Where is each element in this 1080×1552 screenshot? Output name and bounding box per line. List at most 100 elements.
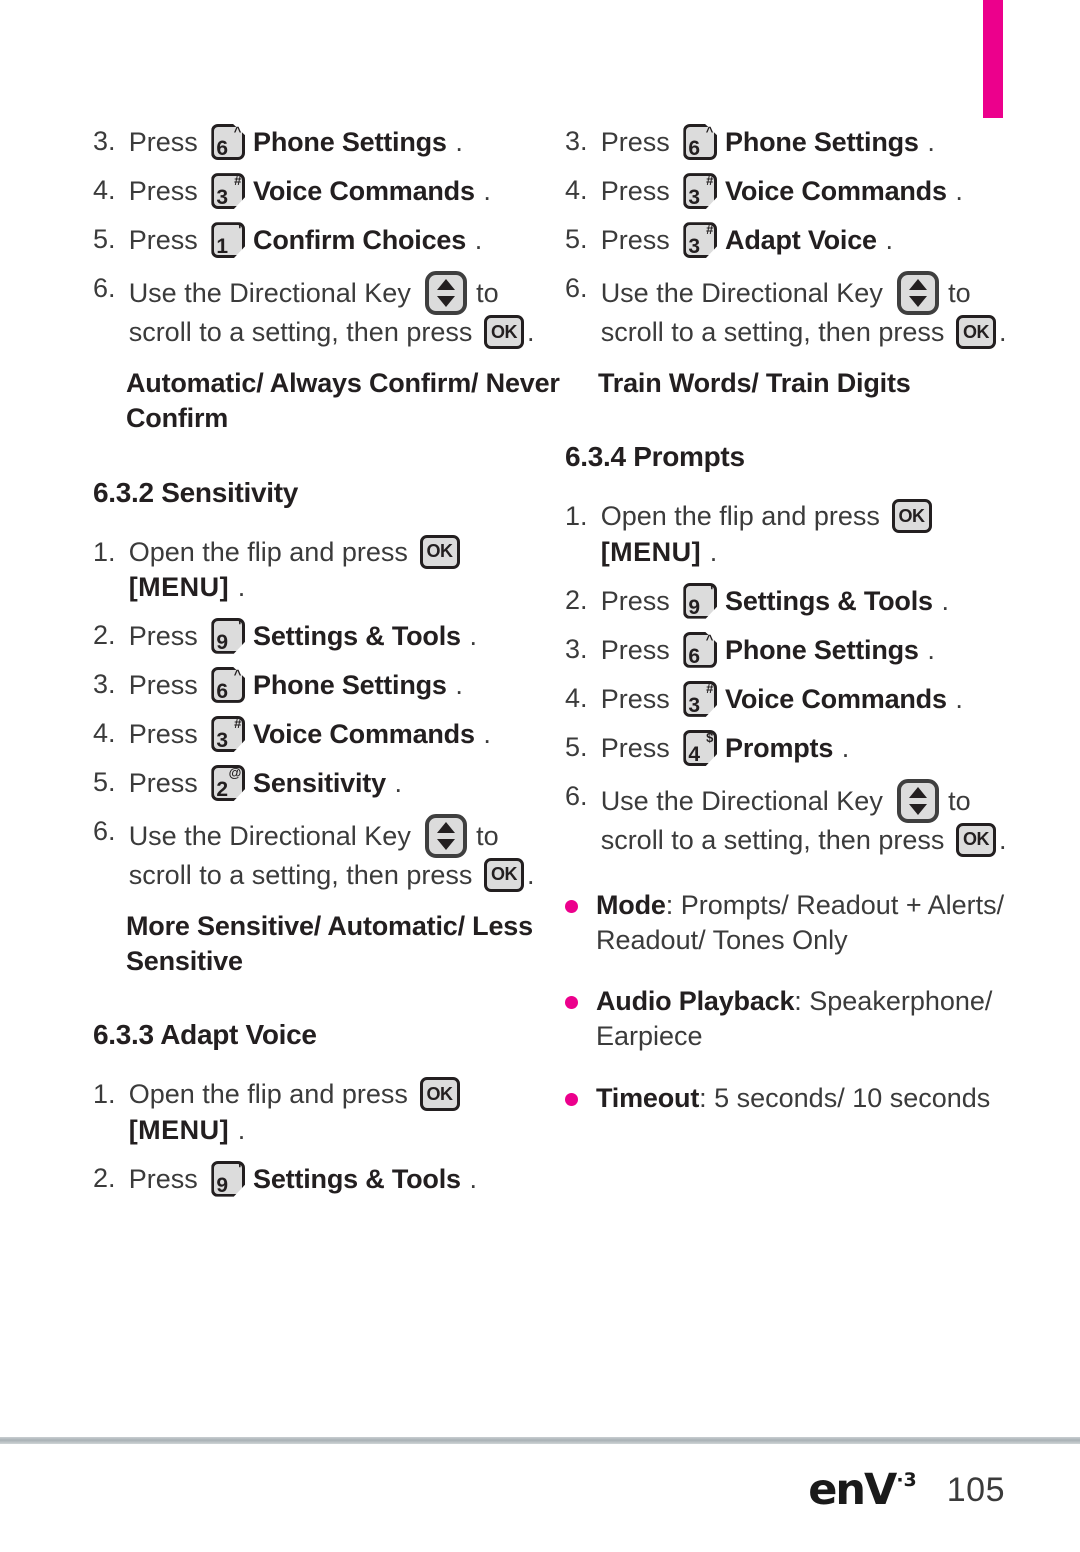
step-period: . (941, 585, 949, 616)
step-row: 4. Press 3 # Voice Commands. (565, 173, 1035, 210)
step-number: 2. (93, 619, 116, 650)
list-item-label: Audio Playback (596, 986, 795, 1017)
heading-prompts: 6.3.4 Prompts (565, 441, 745, 473)
step-period: . (237, 1114, 246, 1145)
keypad-key-9-icon[interactable]: 9 ' (211, 617, 246, 654)
step-text: Use the Directional Key to scroll to a set… (126, 271, 563, 350)
step-number: 4. (565, 682, 588, 713)
step-destination: Settings & Tools (725, 585, 933, 616)
step-number: 5. (565, 731, 588, 762)
list-item-label: Timeout (596, 1082, 700, 1113)
step-verb: Press (128, 669, 198, 700)
keypad-key-9-icon[interactable]: 9 ' (211, 1160, 246, 1197)
keypad-key-3-icon[interactable]: 3 # (211, 715, 246, 752)
step-period: . (709, 536, 718, 567)
keypad-key-6-icon[interactable]: 6 ^ (683, 631, 718, 668)
keypad-key-6-icon[interactable]: 6 ^ (211, 124, 246, 160)
scroll-text-before: Use the Directional Key (600, 278, 883, 309)
key-digit: 9 (216, 1173, 229, 1197)
step-period: . (483, 176, 491, 207)
step-row-scroll: 6. Use the Directional Key to scroll to a … (93, 814, 563, 893)
key-digit: 3 (688, 186, 701, 210)
key-superscript: ' (710, 582, 714, 598)
step-destination: Confirm Choices (253, 225, 467, 256)
menu-label: [MENU] (128, 1114, 230, 1145)
step-destination: Phone Settings (725, 127, 919, 157)
step-period: . (455, 669, 463, 700)
step-text: Use the Directional Key to scroll to a set… (126, 814, 563, 893)
step-period: . (927, 127, 935, 157)
step-number: 5. (93, 224, 116, 255)
options-sensitivity: More Sensitive/ Automatic/ Less Sensitiv… (126, 911, 533, 977)
step-row-scroll: 6. Use the Directional Key to scroll to a … (565, 271, 1035, 350)
step-destination: Prompts (725, 732, 834, 763)
ok-key-icon[interactable]: OK (483, 858, 524, 893)
step-row-open-flip: 1. Open the flip and press OK [MENU]. (565, 499, 1035, 569)
ok-key-icon[interactable]: OK (419, 534, 460, 569)
step-verb: Press (600, 176, 670, 207)
keypad-key-3-icon[interactable]: 3 # (211, 173, 246, 210)
menu-label: [MENU] (128, 571, 230, 602)
brand-name: enV (808, 1465, 897, 1515)
keypad-key-9-icon[interactable]: 9 ' (683, 582, 718, 619)
step-period: . (885, 225, 893, 256)
step-text: Open the flip and press OK [MENU]. (126, 534, 563, 605)
key-digit: 6 (216, 679, 229, 703)
ok-key-icon[interactable]: OK (955, 823, 996, 858)
directional-key-icon[interactable] (425, 814, 468, 859)
options-confirm-choices: Automatic/ Always Confirm/ Never Confirm (126, 368, 560, 434)
step-number: 5. (565, 224, 588, 255)
bullet-dot-icon (565, 900, 578, 914)
step-row: 2. Press 9 ' Settings & Tools. (93, 617, 563, 654)
key-digit: 6 (688, 644, 701, 668)
ok-key-icon[interactable]: OK (955, 315, 996, 350)
key-digit: 9 (688, 595, 701, 619)
step-text: Press 6 ^ Phone Settings. (126, 124, 563, 160)
keypad-key-6-icon[interactable]: 6 ^ (211, 666, 246, 703)
directional-key-icon[interactable] (897, 271, 940, 316)
open-flip-text: Open the flip and press (128, 1079, 408, 1110)
step-text: Press 3 # Adapt Voice. (598, 222, 1035, 259)
step-row: 3. Press 6 ^ Phone Settings. (93, 124, 563, 160)
step-number: 3. (93, 126, 116, 156)
keypad-key-3-icon[interactable]: 3 # (683, 222, 718, 259)
open-flip-text: Open the flip and press (128, 536, 408, 567)
step-row-open-flip: 1. Open the flip and press OK [MENU]. (93, 534, 563, 605)
step-number: 6. (565, 781, 588, 812)
scroll-text-mid: to (948, 278, 971, 309)
ok-key-icon[interactable]: OK (483, 315, 524, 350)
step-period: . (469, 1163, 477, 1194)
keypad-key-2-icon[interactable]: 2 @ (211, 765, 246, 802)
list-item-label: Mode (596, 890, 666, 921)
list-item: Timeout: 5 seconds/ 10 seconds (565, 1081, 1035, 1116)
directional-key-icon[interactable] (425, 271, 468, 316)
ok-key-icon[interactable]: OK (419, 1077, 460, 1112)
keypad-key-6-icon[interactable]: 6 ^ (683, 124, 718, 160)
step-text: Press 4 $ Prompts. (598, 729, 1035, 766)
step-number: 6. (93, 816, 116, 847)
keypad-key-1-icon[interactable]: 1 ' (211, 222, 246, 259)
step-destination: Voice Commands (725, 683, 947, 714)
keypad-key-3-icon[interactable]: 3 # (683, 680, 718, 717)
keypad-key-4-icon[interactable]: 4 $ (683, 729, 718, 766)
step-row: 4. Press 3 # Voice Commands. (565, 680, 1035, 717)
heading-sensitivity: 6.3.2 Sensitivity (93, 476, 299, 508)
scroll-text-after: scroll to a setting, then press (600, 825, 945, 856)
step-verb: Press (600, 683, 670, 714)
page-body: 3. Press 6 ^ Phone Settings. 4. Press 3 # Voic… (0, 0, 1080, 1400)
step-period: . (474, 225, 483, 256)
step-text: Press 6 ^ Phone Settings. (598, 631, 1035, 668)
step-number: 5. (93, 767, 116, 798)
step-number: 4. (565, 175, 588, 206)
key-digit: 9 (216, 630, 229, 654)
step-verb: Press (128, 768, 198, 799)
step-row: 4. Press 3 # Voice Commands. (93, 173, 563, 210)
list-item-value: : 5 seconds/ 10 seconds (699, 1082, 991, 1113)
step-text: Press 3 # Voice Commands. (598, 173, 1035, 210)
directional-key-icon[interactable] (897, 779, 940, 824)
step-number: 3. (93, 668, 116, 699)
step-text: Use the Directional Key to scroll to a set… (598, 271, 1035, 350)
step-text: Open the flip and press OK [MENU]. (126, 1077, 563, 1147)
keypad-key-3-icon[interactable]: 3 # (683, 173, 718, 210)
ok-key-icon[interactable]: OK (891, 499, 932, 534)
